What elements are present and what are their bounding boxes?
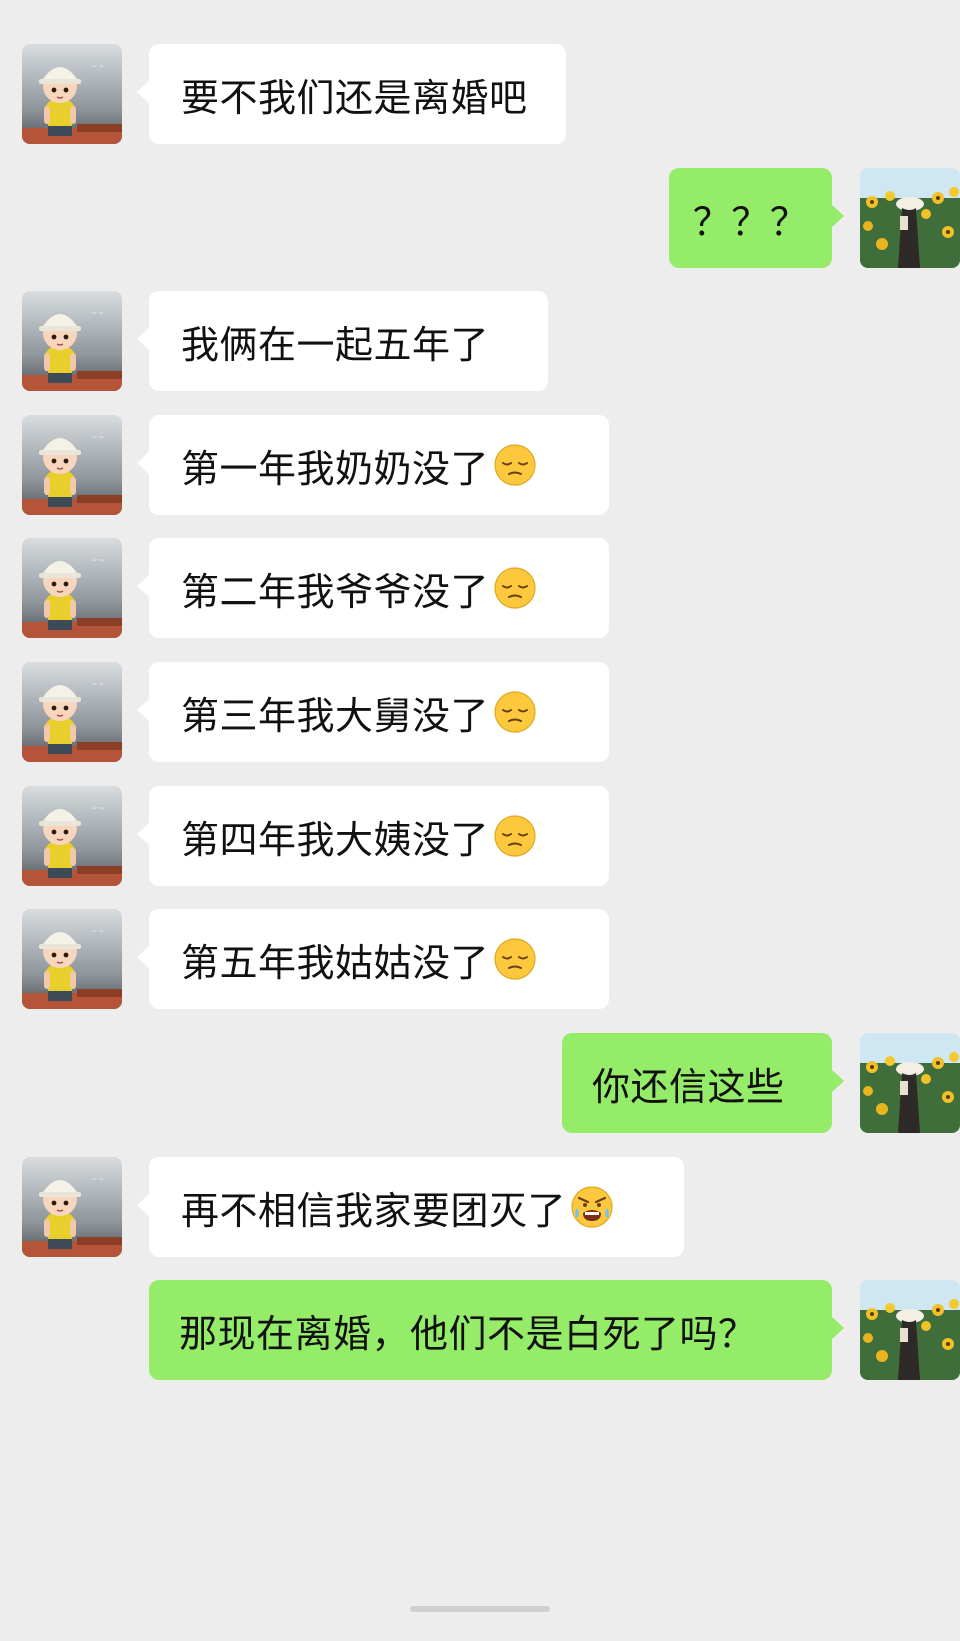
message-row: 我俩在一起五年了 <box>0 291 960 391</box>
incoming-message-bubble[interactable]: 第一年我奶奶没了 <box>137 415 609 515</box>
message-text: 再不相信我家要团灭了 <box>181 1188 567 1233</box>
message-text: 第五年我姑姑没了 <box>181 940 490 985</box>
pensive-face-icon <box>493 443 537 487</box>
contact-avatar[interactable] <box>22 44 122 144</box>
message-text: 第四年我大姨没了 <box>181 817 490 862</box>
message-row: 第五年我姑姑没了 <box>0 909 960 1009</box>
contact-avatar[interactable] <box>22 538 122 638</box>
message-row: 你还信这些 <box>0 1033 960 1133</box>
outgoing-message-bubble[interactable]: 你还信这些 <box>562 1033 844 1133</box>
pensive-face-icon <box>493 690 537 734</box>
chat-history[interactable]: 要不我们还是离婚吧 ？？？ 我俩在一起五年了 第一年我奶奶没了 第二年我爷爷没了… <box>0 0 960 1641</box>
message-text: 我俩在一起五年了 <box>181 322 490 367</box>
message-row: ？？？ <box>0 168 960 268</box>
message-text: 第二年我爷爷没了 <box>181 569 490 614</box>
message-row: 第二年我爷爷没了 <box>0 538 960 638</box>
message-text: ？？？ <box>692 199 809 244</box>
incoming-message-bubble[interactable]: 第五年我姑姑没了 <box>137 909 609 1009</box>
self-avatar[interactable] <box>860 168 960 268</box>
incoming-message-bubble[interactable]: 第四年我大姨没了 <box>137 786 609 886</box>
message-row: 第三年我大舅没了 <box>0 662 960 762</box>
contact-avatar[interactable] <box>22 291 122 391</box>
pensive-face-icon <box>493 937 537 981</box>
contact-avatar[interactable] <box>22 909 122 1009</box>
angry-crying-face-icon <box>570 1185 614 1229</box>
message-row: 那现在离婚，他们不是白死了吗？ <box>0 1280 960 1380</box>
outgoing-message-bubble[interactable]: 那现在离婚，他们不是白死了吗？ <box>149 1280 844 1380</box>
incoming-message-bubble[interactable]: 要不我们还是离婚吧 <box>137 44 566 144</box>
message-text: 第一年我奶奶没了 <box>181 446 490 491</box>
message-text: 你还信这些 <box>592 1064 785 1109</box>
home-indicator <box>0 1606 960 1612</box>
home-indicator-bar <box>410 1606 550 1612</box>
self-avatar[interactable] <box>860 1033 960 1133</box>
contact-avatar[interactable] <box>22 1157 122 1257</box>
outgoing-message-bubble[interactable]: ？？？ <box>669 168 844 268</box>
message-row: 第四年我大姨没了 <box>0 786 960 886</box>
contact-avatar[interactable] <box>22 786 122 886</box>
incoming-message-bubble[interactable]: 第二年我爷爷没了 <box>137 538 609 638</box>
message-row: 第一年我奶奶没了 <box>0 415 960 515</box>
message-text: 那现在离婚，他们不是白死了吗？ <box>179 1311 757 1356</box>
incoming-message-bubble[interactable]: 第三年我大舅没了 <box>137 662 609 762</box>
pensive-face-icon <box>493 814 537 858</box>
message-text: 第三年我大舅没了 <box>181 693 490 738</box>
message-text: 要不我们还是离婚吧 <box>181 75 528 120</box>
self-avatar[interactable] <box>860 1280 960 1380</box>
contact-avatar[interactable] <box>22 415 122 515</box>
pensive-face-icon <box>493 566 537 610</box>
incoming-message-bubble[interactable]: 我俩在一起五年了 <box>137 291 548 391</box>
message-row: 再不相信我家要团灭了 <box>0 1157 960 1257</box>
contact-avatar[interactable] <box>22 662 122 762</box>
incoming-message-bubble[interactable]: 再不相信我家要团灭了 <box>137 1157 684 1257</box>
message-row: 要不我们还是离婚吧 <box>0 44 960 144</box>
